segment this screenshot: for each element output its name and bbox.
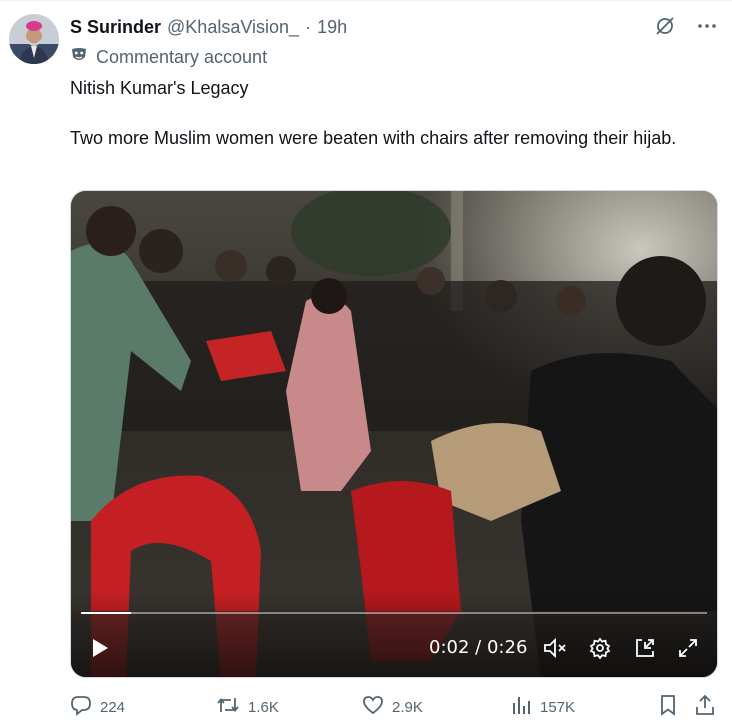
share-icon xyxy=(694,694,716,720)
play-icon[interactable] xyxy=(89,637,111,659)
fullscreen-icon[interactable] xyxy=(675,635,701,661)
video-current-time: 0:02 xyxy=(429,637,470,658)
tweet-card[interactable]: S Surinder @KhalsaVision_ · 19h Commenta… xyxy=(0,0,732,727)
video-controls: 0:02 / 0:26 xyxy=(71,619,717,677)
tweet-text-line: Nitish Kumar's Legacy xyxy=(70,78,249,98)
settings-icon[interactable] xyxy=(587,635,613,661)
reply-icon xyxy=(70,694,92,720)
commentary-label: Commentary account xyxy=(70,46,267,69)
bookmark-button[interactable] xyxy=(657,694,679,720)
repost-button[interactable]: 1.6K xyxy=(216,694,279,720)
views-count: 157K xyxy=(540,698,576,716)
user-handle[interactable]: @KhalsaVision_ xyxy=(167,17,299,38)
grok-icon[interactable] xyxy=(654,15,676,37)
reply-button[interactable]: 224 xyxy=(70,694,125,720)
tweet-actions: 224 1.6K 2.9K 157K xyxy=(70,694,720,720)
tweet-header: S Surinder @KhalsaVision_ · 19h xyxy=(70,15,347,39)
views-icon xyxy=(510,694,532,720)
bookmark-icon xyxy=(657,694,679,720)
like-count: 2.9K xyxy=(392,698,423,716)
video-frame xyxy=(71,191,717,677)
avatar[interactable] xyxy=(9,14,59,64)
video-duration: 0:26 xyxy=(486,637,528,658)
video-progress-bar[interactable] xyxy=(81,612,707,614)
video-time-separator: / xyxy=(475,637,482,658)
dock-icon[interactable] xyxy=(632,635,658,661)
tweet-text-line: Two more Muslim women were beaten with c… xyxy=(70,128,677,148)
tweet-text: Nitish Kumar's Legacy Two more Muslim wo… xyxy=(70,76,710,151)
more-icon[interactable] xyxy=(696,15,718,37)
tweet-top-actions xyxy=(654,15,718,37)
commentary-text: Commentary account xyxy=(96,47,268,67)
separator-dot: · xyxy=(305,16,312,37)
video-player[interactable]: 0:02 / 0:26 xyxy=(70,190,718,678)
repost-count: 1.6K xyxy=(248,698,279,716)
timestamp[interactable]: 19h xyxy=(317,17,347,38)
repost-icon xyxy=(216,694,240,720)
reply-count: 224 xyxy=(100,698,126,716)
views-button[interactable]: 157K xyxy=(510,694,575,720)
commentary-mask-icon xyxy=(70,46,88,69)
share-button[interactable] xyxy=(694,694,716,720)
video-progress-fill xyxy=(81,612,132,614)
display-name[interactable]: S Surinder xyxy=(70,17,161,38)
like-icon xyxy=(362,694,384,720)
like-button[interactable]: 2.9K xyxy=(362,694,423,720)
mute-icon[interactable] xyxy=(542,635,568,661)
video-time: 0:02 / 0:26 xyxy=(429,637,527,658)
